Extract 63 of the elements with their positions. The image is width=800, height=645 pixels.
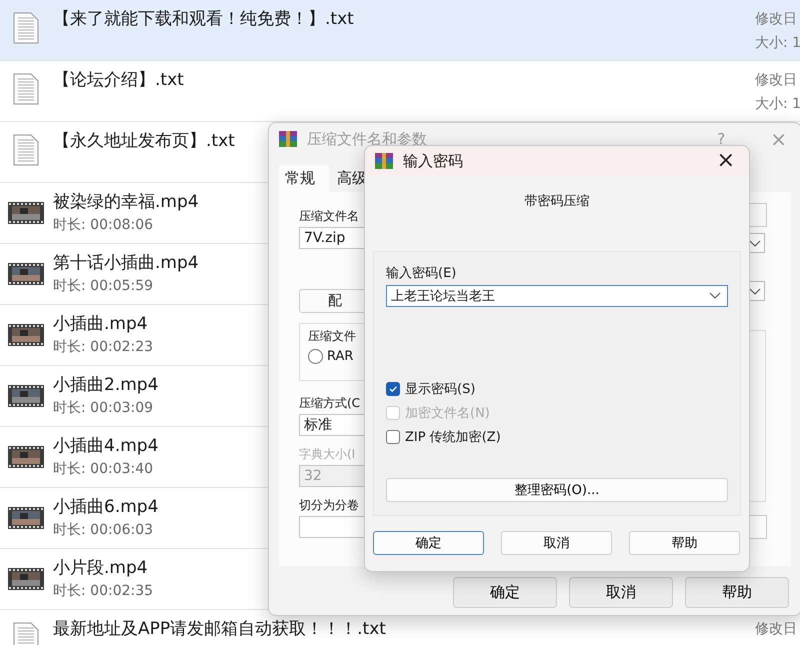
- duration-label: 时长: 00:06:03: [53, 521, 154, 540]
- file-name: 【论坛介绍】.txt: [53, 69, 184, 91]
- duration-label: 时长: 00:05:59: [53, 277, 154, 296]
- file-name: 小插曲6.mp4: [53, 496, 158, 518]
- checkbox[interactable]: [386, 430, 400, 444]
- document-icon: [13, 134, 39, 166]
- file-name: 小片段.mp4: [53, 557, 149, 579]
- file-name: 小插曲2.mp4: [53, 374, 158, 396]
- duration-label: 时长: 00:02:23: [53, 338, 154, 357]
- size-label: 大小: 1: [755, 34, 800, 52]
- film-strip-icon: [8, 385, 44, 407]
- archive-books-icon: [374, 152, 394, 170]
- password-field[interactable]: 上老王论坛当老王: [386, 285, 728, 307]
- dialog-button[interactable]: 取消: [501, 531, 612, 555]
- checkbox-label: 加密文件名(N): [405, 405, 490, 422]
- file-name: 被染绿的幸福.mp4: [53, 191, 199, 213]
- radio-label: RAR: [327, 349, 354, 364]
- checkmark-icon: [388, 384, 398, 394]
- dialog-button[interactable]: 确定: [453, 577, 557, 608]
- archive-books-icon: [278, 130, 298, 148]
- file-name: 小插曲4.mp4: [53, 435, 158, 457]
- dialog-button[interactable]: 取消: [569, 577, 673, 608]
- dialog-button[interactable]: 确定: [373, 531, 484, 555]
- split-label: 切分为分卷: [299, 497, 359, 514]
- file-name: 【永久地址发布页】.txt: [53, 130, 235, 152]
- size-label: 大小: 1: [755, 95, 800, 113]
- archive-name-label: 压缩文件名: [299, 208, 359, 225]
- window-title: 输入密码: [403, 152, 463, 170]
- film-strip-icon: [8, 263, 44, 285]
- modified-label: 修改日: [755, 620, 797, 638]
- film-strip-icon: [8, 324, 44, 346]
- dialog-button[interactable]: 帮助: [629, 531, 740, 555]
- duration-label: 时长: 00:03:09: [53, 399, 154, 418]
- chevron-down-icon[interactable]: [709, 292, 721, 300]
- film-strip-icon: [8, 202, 44, 224]
- document-icon: [13, 12, 39, 44]
- checkbox-label: 显示密码(S): [405, 381, 476, 398]
- tab[interactable]: 常规: [279, 165, 329, 192]
- document-icon: [13, 73, 39, 105]
- file-name: 最新地址及APP请发邮箱自动获取！！！.txt: [53, 618, 386, 640]
- film-strip-icon: [8, 446, 44, 468]
- film-strip-icon: [8, 507, 44, 529]
- radio-button[interactable]: [308, 349, 323, 364]
- dialog-button[interactable]: 帮助: [685, 577, 789, 608]
- dictionary-label: 字典大小(I: [299, 446, 356, 463]
- duration-label: 时长: 00:02:35: [53, 582, 154, 601]
- checkbox-label: ZIP 传统加密(Z): [405, 429, 501, 446]
- password-label: 输入密码(E): [386, 265, 458, 282]
- film-strip-icon: [8, 568, 44, 590]
- file-name: 第十话小插曲.mp4: [53, 252, 199, 274]
- duration-label: 时长: 00:03:40: [53, 460, 154, 479]
- file-name: 【来了就能下载和观看！纯免费！】.txt: [53, 8, 354, 30]
- file-name: 小插曲.mp4: [53, 313, 149, 335]
- file-row[interactable]: 【来了就能下载和观看！纯免费！】.txt 修改日 大小: 1: [0, 0, 800, 61]
- duration-label: 时长: 00:08:06: [53, 216, 154, 235]
- dialog-heading: 带密码压缩: [524, 193, 590, 210]
- method-label: 压缩方式(C: [299, 395, 360, 412]
- group-label: 压缩文件: [308, 328, 356, 345]
- modified-label: 修改日: [755, 10, 798, 28]
- modified-label: 修改日: [755, 71, 798, 89]
- checkbox[interactable]: [386, 382, 400, 396]
- close-button[interactable]: ×: [710, 151, 741, 171]
- organize-passwords-button[interactable]: 整理密码(O)...: [386, 478, 728, 502]
